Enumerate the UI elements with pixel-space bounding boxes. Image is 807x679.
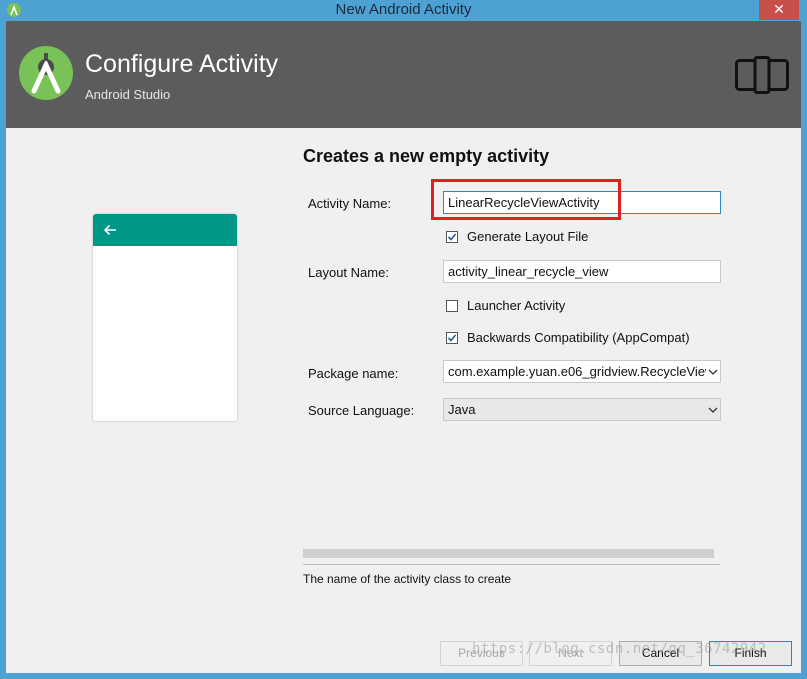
- wizard-content: Creates a new empty activity Activity Na…: [6, 128, 801, 673]
- activity-name-input[interactable]: LinearRecycleViewActivity: [443, 191, 721, 214]
- preview-app-bar: [93, 214, 237, 246]
- backwards-compat-label: Backwards Compatibility (AppCompat): [467, 330, 690, 345]
- wizard-header: Configure Activity Android Studio: [6, 21, 801, 128]
- layout-name-input[interactable]: activity_linear_recycle_view: [443, 260, 721, 283]
- window-frame: [0, 673, 807, 679]
- activity-name-label: Activity Name:: [308, 196, 392, 211]
- next-button[interactable]: Next: [529, 641, 612, 666]
- scrollbar-track[interactable]: [303, 549, 714, 558]
- checkbox-box[interactable]: [446, 231, 458, 243]
- form-heading: Creates a new empty activity: [303, 146, 550, 166]
- dialog-window: New Android Activity ✕ Configure Activit…: [0, 0, 807, 679]
- package-name-value: com.example.yuan.e06_gridview.RecycleVie…: [448, 364, 715, 379]
- field-description: The name of the activity class to create: [303, 572, 512, 586]
- checkbox-box[interactable]: [446, 300, 458, 312]
- device-icon: [735, 56, 789, 94]
- generate-layout-label: Generate Layout File: [467, 229, 589, 244]
- checkmark-icon: [447, 233, 457, 241]
- android-studio-logo-icon: [19, 46, 73, 100]
- window-frame: [801, 21, 807, 679]
- source-language-select[interactable]: Java: [443, 398, 721, 421]
- activity-preview: [93, 214, 237, 421]
- package-name-combobox[interactable]: com.example.yuan.e06_gridview.RecycleVie…: [443, 360, 721, 383]
- divider: [303, 564, 720, 565]
- package-name-label: Package name:: [308, 366, 399, 381]
- source-language-value: Java: [448, 402, 476, 417]
- launcher-activity-label: Launcher Activity: [467, 298, 566, 313]
- checkbox-box[interactable]: [446, 332, 458, 344]
- cancel-button[interactable]: Cancel: [619, 641, 702, 666]
- chevron-down-icon[interactable]: [706, 399, 720, 420]
- title-bar: New Android Activity ✕: [0, 0, 807, 21]
- back-arrow-icon: [103, 224, 116, 236]
- chevron-down-icon[interactable]: [706, 361, 720, 382]
- close-button[interactable]: ✕: [759, 0, 799, 20]
- page-subtitle: Android Studio: [85, 87, 171, 102]
- checkmark-icon: [447, 334, 457, 342]
- previous-button[interactable]: Previous: [440, 641, 523, 666]
- window-title: New Android Activity: [335, 1, 472, 18]
- finish-button[interactable]: Finish: [709, 641, 792, 666]
- source-language-label: Source Language:: [308, 403, 415, 418]
- layout-name-label: Layout Name:: [308, 265, 389, 280]
- page-title: Configure Activity: [85, 50, 279, 78]
